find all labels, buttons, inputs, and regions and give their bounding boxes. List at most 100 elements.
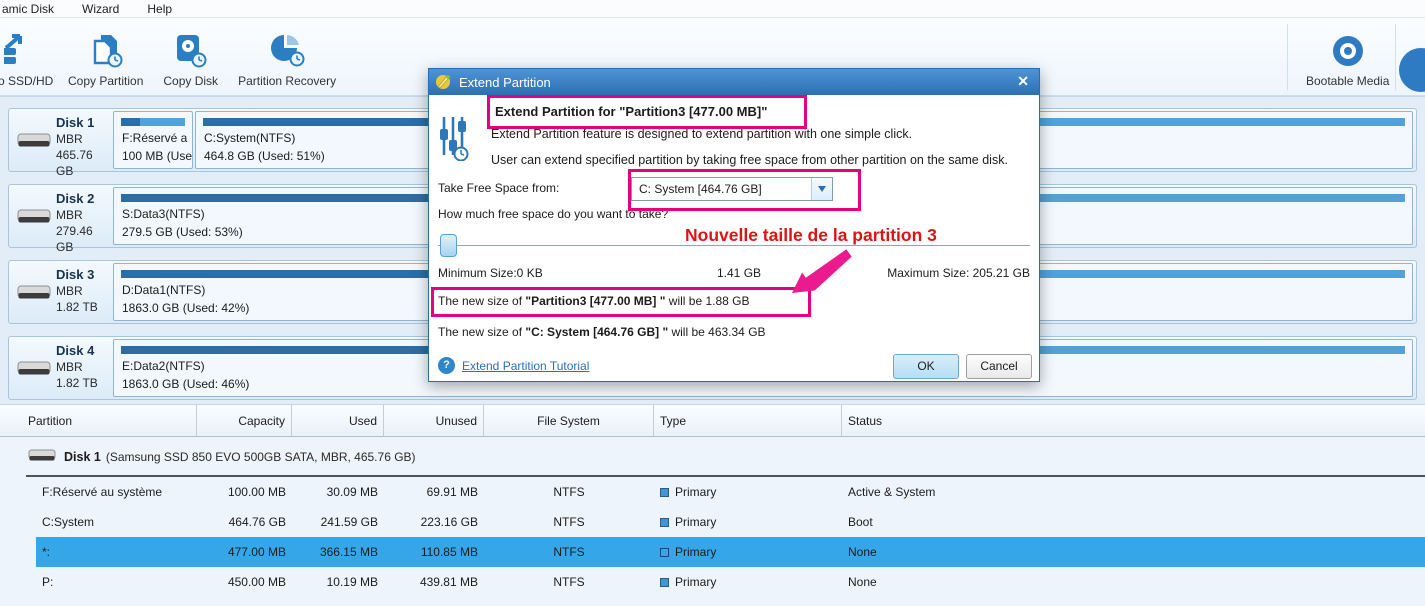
cell-partition: P: — [42, 575, 54, 589]
partition-detail: 1863.0 GB (Used: 46%) — [122, 377, 250, 391]
partition-type-square-icon — [660, 577, 669, 587]
partition-detail: 279.5 GB (Used: 53%) — [122, 225, 243, 239]
cell-used: 30.09 MB — [326, 485, 378, 499]
close-icon[interactable]: ✕ — [1017, 73, 1029, 90]
menu-item-wizard[interactable]: Wizard — [82, 2, 119, 16]
dialog-description-1: Extend Partition feature is designed to … — [491, 127, 913, 141]
disk-drive-icon — [17, 131, 51, 154]
cell-file-system: NTFS — [553, 575, 585, 589]
table-row[interactable]: P: 450.00 MB 10.19 MB 439.81 MB NTFS Primary N… — [0, 567, 1425, 597]
column-header-type[interactable]: Type — [654, 405, 842, 436]
disk-group-detail: (Samsung SSD 850 EVO 500GB SATA, MBR, 46… — [105, 450, 416, 464]
partition-table: Partition Capacity Used Unused File System Ty… — [0, 404, 1425, 606]
menu-item-amic-disk[interactable]: amic Disk — [2, 2, 54, 16]
cell-type: Primary — [654, 477, 842, 507]
copy-partition-button[interactable]: Copy Partition — [58, 18, 153, 96]
partition-block[interactable]: F:Réservé a 100 MB (Use — [113, 111, 193, 169]
cell-file-system: NTFS — [553, 515, 585, 529]
disk-group-underline — [26, 475, 1425, 477]
ok-button[interactable]: OK — [893, 354, 959, 379]
disk-style: MBR — [56, 284, 83, 298]
current-size-value: 1.41 GB — [717, 266, 762, 280]
disk-style: MBR — [56, 208, 83, 222]
table-rows: F:Réservé au système 100.00 MB 30.09 MB 69.… — [0, 477, 1425, 597]
cell-capacity: 450.00 MB — [227, 575, 286, 589]
cell-status: Boot — [848, 515, 873, 529]
source-partition-dropdown[interactable]: C: System [464.76 GB] — [631, 177, 833, 201]
cell-partition: F:Réservé au système — [42, 485, 163, 499]
free-space-question-label: How much free space do you want to take? — [438, 207, 669, 221]
dialog-title: Extend Partition — [459, 74, 551, 90]
type-label: Primary — [675, 545, 717, 559]
dropdown-button[interactable] — [811, 178, 832, 200]
help-icon[interactable]: ? — [438, 357, 455, 374]
column-header-status[interactable]: Status — [842, 405, 1425, 436]
cell-type: Primary — [654, 507, 842, 537]
partition-label: S:Data3(NTFS) — [122, 207, 205, 221]
take-free-space-label: Take Free Space from: — [438, 181, 560, 195]
cell-type: Primary — [654, 567, 842, 597]
partition-recovery-button[interactable]: Partition Recovery — [228, 18, 346, 96]
disk-drive-icon — [28, 448, 56, 467]
table-row[interactable]: F:Réservé au système 100.00 MB 30.09 MB 69.… — [0, 477, 1425, 507]
cell-status: None — [848, 545, 877, 559]
table-row[interactable]: *: 477.00 MB 366.15 MB 110.85 MB NTFS Primary… — [0, 537, 1425, 567]
column-header-capacity[interactable]: Capacity — [197, 405, 292, 436]
dialog-heading: Extend Partition for "Partition3 [477.00… — [495, 104, 768, 119]
disk-group-row[interactable]: Disk 1 (Samsung SSD 850 EVO 500GB SATA, … — [0, 437, 1425, 477]
cell-status: None — [848, 575, 877, 589]
copy-disk-icon — [173, 32, 209, 70]
disk-size: 279.46 GB — [56, 224, 93, 254]
copy-disk-button[interactable]: Copy Disk — [153, 18, 228, 96]
dialog-description-2: User can extend specified partition by t… — [491, 153, 1008, 167]
dialog-title-bar[interactable]: Extend Partition ✕ — [429, 69, 1039, 95]
disk-name: Disk 1 — [56, 115, 95, 130]
disk-name: Disk 3 — [56, 267, 95, 282]
bootable-media-icon — [1331, 32, 1365, 70]
disk-info: Disk 4 MBR 1.82 TB — [9, 337, 113, 399]
table-row[interactable]: C:System 464.76 GB 241.59 GB 223.16 GB NTFS P… — [0, 507, 1425, 537]
menu-item-help[interactable]: Help — [147, 2, 172, 16]
column-header-file-system[interactable]: File System — [484, 405, 654, 436]
toolbar-button-label: Copy Disk — [163, 74, 219, 88]
partition-detail: 100 MB (Use — [122, 149, 193, 163]
usage-bar — [121, 118, 185, 126]
toolbar-separator — [1287, 24, 1288, 90]
cell-unused: 223.16 GB — [420, 515, 478, 529]
cell-file-system: NTFS — [553, 485, 585, 499]
cell-unused: 110.85 MB — [420, 545, 478, 559]
toolbar-button-label: to SSD/HD — [0, 74, 54, 88]
column-header-partition[interactable]: Partition — [0, 405, 197, 436]
partition-detail: 1863.0 GB (Used: 42%) — [122, 301, 250, 315]
bootable-media-label: Bootable Media — [1306, 74, 1390, 88]
extend-partition-tutorial-link[interactable]: Extend Partition Tutorial — [462, 359, 589, 373]
type-label: Primary — [675, 575, 717, 589]
partition-label: D:Data1(NTFS) — [122, 283, 206, 297]
disk-style: MBR — [56, 360, 83, 374]
partition-detail: 464.8 GB (Used: 51%) — [204, 149, 325, 163]
bootable-media-button[interactable]: Bootable Media — [1296, 18, 1399, 96]
cell-used: 241.59 GB — [320, 515, 378, 529]
menu-bar: amic Disk Wizard Help — [0, 0, 1425, 18]
column-header-unused[interactable]: Unused — [384, 405, 484, 436]
column-header-used[interactable]: Used — [292, 405, 384, 436]
cell-status: Active & System — [848, 485, 936, 499]
toolbar-button-label: Copy Partition — [68, 74, 144, 88]
migrate-to-ssd-icon — [4, 32, 44, 70]
cancel-button[interactable]: Cancel — [966, 354, 1032, 379]
new-size-partition3-line: The new size of "Partition3 [477.00 MB] … — [438, 294, 750, 308]
cutoff-toolbar-icon[interactable] — [1399, 48, 1425, 92]
dropdown-selected-value: C: System [464.76 GB] — [639, 182, 762, 196]
extend-partition-dialog: Extend Partition ✕ Extend Partition for … — [428, 68, 1040, 382]
cell-capacity: 477.00 MB — [227, 545, 286, 559]
annotation-red-text: Nouvelle taille de la partition 3 — [685, 225, 937, 245]
toolbar-left-group: to SSD/HD Copy Partition Copy Disk Partitio… — [0, 18, 346, 95]
partition-recovery-icon — [268, 32, 306, 70]
type-label: Primary — [675, 485, 717, 499]
cell-partition: C:System — [42, 515, 95, 529]
toolbar-button-label: Partition Recovery — [238, 74, 337, 88]
cell-capacity: 464.76 GB — [228, 515, 286, 529]
size-slider-handle[interactable] — [440, 234, 457, 257]
to-ssd-hd-button[interactable]: to SSD/HD — [0, 18, 58, 96]
table-header-row: Partition Capacity Used Unused File System Ty… — [0, 405, 1425, 437]
